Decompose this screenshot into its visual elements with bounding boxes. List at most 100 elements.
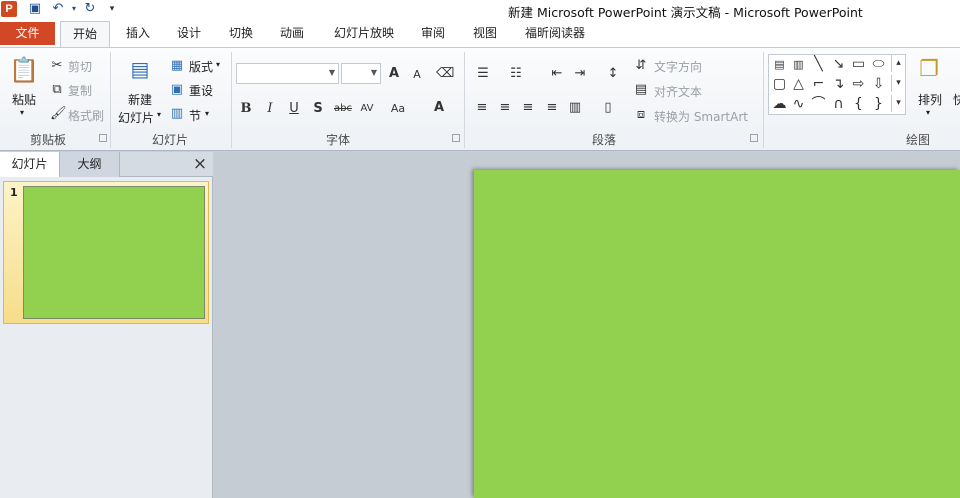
arrow-line-shape-icon[interactable]: ↘ [830, 56, 847, 73]
align-left-icon[interactable]: ≡ [474, 100, 490, 116]
tab-transitions[interactable]: 切换 [221, 21, 261, 47]
align-right-icon[interactable]: ≡ [520, 100, 536, 116]
layout-dropdown-icon[interactable]: ▾ [216, 60, 220, 69]
layout-icon[interactable]: ▦ [170, 58, 184, 74]
arrange-dropdown-icon[interactable]: ▾ [926, 108, 930, 117]
tab-review[interactable]: 审阅 [413, 21, 453, 47]
tab-outline[interactable]: 大纲 [60, 152, 120, 177]
font-size-dropdown[interactable]: ▼ [341, 63, 381, 84]
cut-button[interactable]: 剪切 [68, 58, 92, 75]
gallery-scroll-up-icon[interactable]: ▴ [891, 55, 905, 72]
text-direction-button[interactable]: 文字方向 [654, 58, 702, 75]
elbow-arrow-shape-icon[interactable]: ↴ [830, 76, 847, 93]
increase-indent-icon[interactable]: ⇥ [572, 66, 588, 82]
elbow-connector-shape-icon[interactable]: ⌐ [810, 76, 827, 93]
tab-slides[interactable]: 幻灯片 [0, 152, 60, 177]
line-spacing-icon[interactable]: ↕ [605, 66, 621, 82]
tab-animations[interactable]: 动画 [272, 21, 312, 47]
new-slide-dropdown-icon[interactable]: ▾ [157, 110, 161, 119]
tab-home[interactable]: 开始 [60, 21, 110, 47]
tab-file[interactable]: 文件 [0, 22, 55, 45]
font-launcher-icon[interactable] [452, 134, 460, 142]
slide-thumbnail-item[interactable]: 1 [3, 181, 209, 324]
tab-view[interactable]: 视图 [465, 21, 505, 47]
textbox-shape-icon[interactable]: ▤ [771, 56, 788, 73]
new-slide-label-2[interactable]: 幻灯片 [118, 109, 154, 126]
redo-icon[interactable]: ↻ [82, 1, 98, 17]
freeform-shape-icon[interactable]: ∩ [830, 96, 847, 113]
bold-icon[interactable]: B [239, 101, 253, 117]
format-painter-icon[interactable]: 🖌 [50, 106, 67, 122]
underline-icon[interactable]: U [287, 101, 301, 117]
undo-dropdown-icon[interactable]: ▾ [66, 1, 82, 17]
undo-icon[interactable]: ↶ [50, 1, 66, 17]
vertical-textbox-shape-icon[interactable]: ▥ [790, 56, 807, 73]
strikethrough-icon[interactable]: abc [333, 101, 353, 117]
paste-dropdown-icon[interactable]: ▾ [20, 108, 24, 117]
shrink-font-icon[interactable]: A [410, 67, 424, 83]
customize-toolbar-icon[interactable]: ▾ [104, 1, 120, 17]
slide-canvas[interactable] [474, 170, 960, 498]
gallery-scroll-down-icon[interactable]: ▾ [891, 75, 905, 92]
quick-styles-button[interactable]: 快 [953, 91, 960, 108]
line-shape-icon[interactable]: ╲ [810, 56, 827, 73]
paste-icon[interactable]: 📋 [9, 54, 39, 86]
layout-button[interactable]: 版式 [189, 58, 213, 75]
left-brace-shape-icon[interactable]: { [850, 96, 867, 113]
copy-icon[interactable]: ⧉ [50, 82, 64, 98]
justify-icon[interactable]: ≡ [544, 100, 560, 116]
section-dropdown-icon[interactable]: ▾ [205, 109, 209, 118]
bullets-icon[interactable]: ☰ [474, 66, 492, 82]
grow-font-icon[interactable]: A [386, 66, 402, 82]
shapes-gallery[interactable]: ▤ ▥ ╲ ↘ ▭ ⬭ ▢ △ ⌐ ↴ ⇨ ⇩ ☁ ∿ ⌒ ∩ { } ▴ ▾ … [768, 54, 906, 115]
cloud-shape-icon[interactable]: ☁ [771, 96, 788, 113]
tab-foxit-reader[interactable]: 福昕阅读器 [520, 21, 590, 47]
align-center-icon[interactable]: ≡ [497, 100, 513, 116]
arrange-button[interactable]: 排列 [918, 91, 942, 108]
character-spacing-icon[interactable]: AV [358, 101, 376, 117]
tab-design[interactable]: 设计 [169, 21, 209, 47]
tab-insert[interactable]: 插入 [118, 21, 158, 47]
down-arrow-shape-icon[interactable]: ⇩ [870, 76, 887, 93]
smartart-icon[interactable]: ⧈ [633, 107, 649, 123]
convert-to-smartart-button[interactable]: 转换为 SmartArt [654, 108, 748, 125]
section-icon[interactable]: ▥ [170, 106, 184, 122]
clear-formatting-icon[interactable]: ⌫ [436, 66, 454, 82]
text-direction-icon[interactable]: ⇵ [633, 58, 649, 74]
paste-button-label[interactable]: 粘贴 [12, 91, 36, 108]
format-painter-button[interactable]: 格式刷 [68, 107, 104, 124]
close-icon[interactable]: × [190, 154, 210, 174]
reset-button[interactable]: 重设 [189, 82, 213, 99]
italic-icon[interactable]: I [263, 101, 277, 117]
section-button[interactable]: 节 [189, 107, 201, 124]
save-icon[interactable]: ▣ [27, 1, 43, 17]
right-arrow-shape-icon[interactable]: ⇨ [850, 76, 867, 93]
distribute-icon[interactable]: ▥ [567, 100, 583, 116]
arc-shape-icon[interactable]: ⌒ [810, 96, 827, 113]
new-slide-label-1[interactable]: 新建 [128, 91, 152, 108]
rounded-rectangle-shape-icon[interactable]: ▢ [771, 76, 788, 93]
copy-button[interactable]: 复制 [68, 82, 92, 99]
text-shadow-icon[interactable]: S [311, 101, 325, 117]
arrange-icon[interactable]: ❐ [913, 54, 945, 86]
decrease-indent-icon[interactable]: ⇤ [549, 66, 565, 82]
gallery-more-icon[interactable]: ▾ [891, 95, 905, 112]
paragraph-launcher-icon[interactable] [750, 134, 758, 142]
oval-shape-icon[interactable]: ⬭ [870, 56, 887, 73]
columns-icon[interactable]: ▯ [600, 100, 616, 116]
curve-shape-icon[interactable]: ∿ [790, 96, 807, 113]
align-text-icon[interactable]: ▤ [633, 82, 649, 98]
new-slide-icon[interactable]: ▤ [126, 54, 154, 84]
slide-thumbnail[interactable] [23, 186, 205, 319]
reset-icon[interactable]: ▣ [170, 82, 184, 98]
change-case-icon[interactable]: Aa [389, 101, 407, 117]
numbering-icon[interactable]: ☷ [507, 66, 525, 82]
right-brace-shape-icon[interactable]: } [870, 96, 887, 113]
font-color-icon[interactable]: A [432, 100, 446, 116]
powerpoint-app-icon[interactable]: P [1, 1, 17, 17]
align-text-button[interactable]: 对齐文本 [654, 83, 702, 100]
tab-slideshow[interactable]: 幻灯片放映 [329, 21, 399, 47]
cut-icon[interactable]: ✂ [50, 58, 64, 74]
triangle-shape-icon[interactable]: △ [790, 76, 807, 93]
font-name-dropdown[interactable]: ▼ [236, 63, 339, 84]
